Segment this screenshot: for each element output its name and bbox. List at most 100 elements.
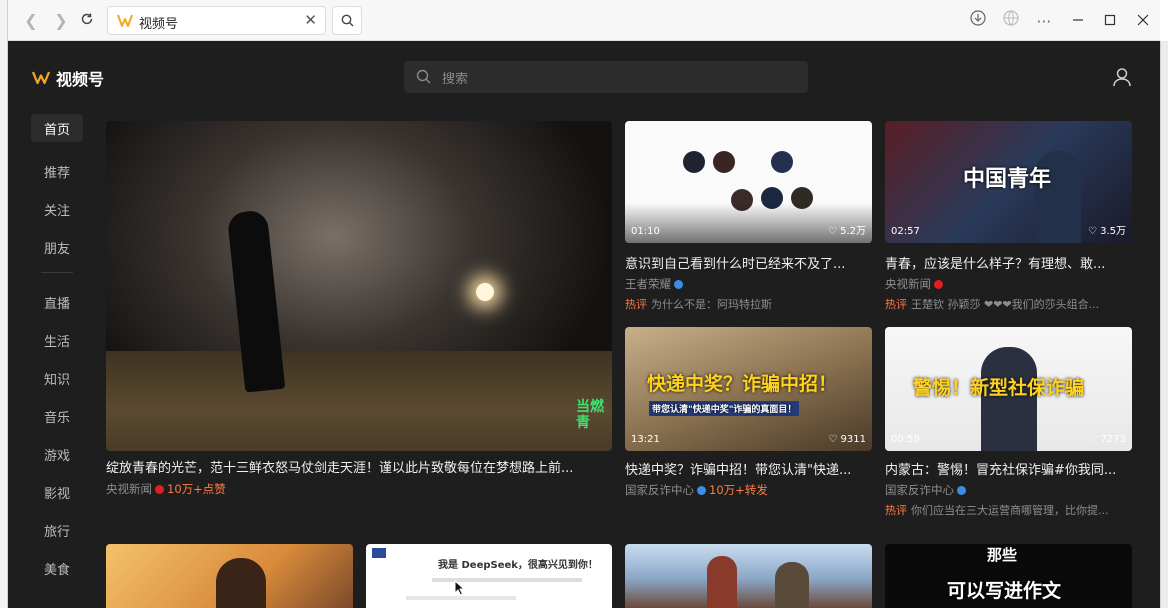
thumbnail-overlay-text: 我是 DeepSeek，很高兴见到你！ (438, 560, 598, 571)
video-card[interactable]: 警惕！新型社保诈骗 00:59 ♡ 7273 内蒙古：警惕！冒充社保诈骗#你我同… (885, 327, 1132, 522)
thumbnail-overlay-text: 那些 (987, 546, 1018, 564)
video-meta: 央视新闻 (885, 276, 1132, 292)
duration-label: 02:57 (891, 226, 920, 237)
verified-badge-icon (957, 486, 966, 495)
illustration-shape (216, 558, 266, 608)
video-title[interactable]: 意识到自己看到什么时已经来不及了... (625, 253, 872, 272)
sidebar-divider (41, 272, 73, 273)
featured-overlay-text: 当燃 青 (576, 399, 604, 431)
sidebar-item-following[interactable]: 关注 (31, 190, 83, 228)
video-author[interactable]: 王者荣耀 (625, 277, 671, 291)
video-thumbnail[interactable]: 我是 DeepSeek，很高兴见到你！ (366, 544, 612, 608)
verified-badge-icon (674, 280, 683, 289)
video-thumbnail[interactable]: 警惕！新型社保诈骗 00:59 ♡ 7273 (885, 327, 1132, 451)
video-card[interactable]: 01:10 ♡ 5.2万 意识到自己看到什么时已经来不及了... 王者荣耀 热评… (625, 121, 872, 316)
sidebar-item-friends[interactable]: 朋友 (31, 228, 83, 266)
hot-tag: 热评 (885, 298, 907, 311)
video-author[interactable]: 央视新闻 (885, 277, 931, 291)
browser-tab[interactable]: 视频号 ✕ (107, 6, 326, 35)
video-thumbnail[interactable]: 那些 可以写进作文 (885, 544, 1132, 608)
likes-count: ♡ 9311 (828, 434, 866, 445)
video-thumbnail[interactable]: 01:10 ♡ 5.2万 (625, 121, 872, 243)
tab-search-button[interactable] (332, 6, 362, 35)
channels-logo-icon (117, 14, 133, 27)
sidebar-item-live[interactable]: 直播 (31, 283, 83, 321)
duration-label: 13:21 (631, 434, 660, 445)
thumbnail-overlay-text: 警惕！新型社保诈骗 (913, 377, 1085, 399)
thumbnail-overlay-text: 可以写进作文 (947, 580, 1062, 602)
video-card[interactable]: 那些 可以写进作文 (885, 544, 1132, 608)
sidebar-item-film[interactable]: 影视 (31, 473, 83, 511)
character-shape (707, 556, 737, 608)
page-scrollbar[interactable] (1160, 41, 1168, 608)
featured-video-card[interactable]: 当燃 青 绽放青春的光芒，范十三鲜衣怒马仗剑走天涯！谨以此片致敬每位在梦想路上前… (106, 121, 612, 501)
duration-label: 00:59 (891, 434, 920, 445)
video-card[interactable] (106, 544, 353, 608)
featured-author[interactable]: 央视新闻 (106, 482, 152, 496)
video-card[interactable]: 我是 DeepSeek，很高兴见到你！ (366, 544, 612, 608)
search-input[interactable]: 搜索 (404, 61, 808, 93)
maximize-icon[interactable] (1099, 10, 1121, 32)
search-placeholder: 搜索 (442, 72, 469, 87)
featured-thumbnail[interactable]: 当燃 青 (106, 121, 612, 451)
video-card[interactable]: 中国青年 02:57 ♡ 3.5万 青春，应该是什么样子？有理想、敢... 央视… (885, 121, 1132, 316)
character-shape (775, 562, 809, 608)
sidebar-item-food[interactable]: 美食 (31, 549, 83, 587)
sidebar-item-music[interactable]: 音乐 (31, 397, 83, 435)
search-icon (416, 69, 431, 84)
video-title[interactable]: 快递中奖？诈骗中招！带您认清"快递... (625, 459, 872, 478)
minimize-icon[interactable] (1067, 10, 1089, 32)
sidebar-item-recommend[interactable]: 推荐 (31, 152, 83, 190)
likes-value: 3.5万 (1100, 226, 1126, 237)
video-card[interactable] (625, 544, 872, 608)
video-author[interactable]: 国家反诈中心 (625, 483, 694, 497)
video-meta: 王者荣耀 (625, 276, 872, 292)
download-icon[interactable] (967, 10, 989, 32)
sidebar-item-home[interactable]: 首页 (31, 114, 83, 142)
hot-comment-text: 为什么不是：阿玛特拉斯 (651, 298, 772, 311)
light-glow (476, 283, 494, 301)
globe-icon[interactable] (1000, 10, 1022, 32)
search-icon (341, 14, 354, 27)
sidebar-item-games[interactable]: 游戏 (31, 435, 83, 473)
video-meta: 国家反诈中心 (885, 482, 1132, 498)
avatar-shape (683, 151, 705, 173)
thumbnail-overlay-text: 快递中奖？诈骗中招！ (647, 373, 838, 395)
video-thumbnail[interactable]: 快递中奖？诈骗中招！ 带您认清"快递中奖"诈骗的真面目！ 13:21 ♡ 931… (625, 327, 872, 451)
back-icon[interactable]: ❮ (20, 10, 42, 32)
more-icon[interactable]: ⋯ (1033, 10, 1055, 32)
likes-value: 7273 (1100, 434, 1126, 445)
user-icon[interactable] (1112, 67, 1132, 91)
hot-tag: 热评 (885, 504, 907, 517)
video-title[interactable]: 内蒙古：警惕！冒充社保诈骗#你我同... (885, 459, 1132, 478)
verified-badge-icon (934, 280, 943, 289)
refresh-icon[interactable] (76, 10, 98, 32)
video-card[interactable]: 快递中奖？诈骗中招！ 带您认清"快递中奖"诈骗的真面目！ 13:21 ♡ 931… (625, 327, 872, 507)
duration-label: 01:10 (631, 226, 660, 237)
hot-comment: 热评 为什么不是：阿玛特拉斯 (625, 296, 872, 312)
likes-count: ♡ 3.5万 (1087, 226, 1126, 237)
verified-badge-icon (155, 485, 164, 494)
close-tab-icon[interactable]: ✕ (304, 11, 317, 29)
video-meta: 国家反诈中心 10万+转发 (625, 482, 872, 498)
hot-comment: 热评 你们应当在三大运营商哪管理，比你提... (885, 502, 1132, 518)
featured-title[interactable]: 绽放青春的光芒，范十三鲜衣怒马仗剑走天涯！谨以此片致敬每位在梦想路上前... (106, 457, 612, 476)
sidebar-item-life[interactable]: 生活 (31, 321, 83, 359)
video-thumbnail[interactable] (625, 544, 872, 608)
likes-count: ♡ 5.2万 (827, 226, 866, 237)
likes-value: 9311 (840, 434, 866, 445)
hot-tag: 热评 (625, 298, 647, 311)
video-thumbnail[interactable]: 中国青年 02:57 ♡ 3.5万 (885, 121, 1132, 243)
channels-app: 视频号 搜索 首页 推荐 关注 朋友 直播 生活 知识 音乐 游戏 影视 旅行 … (8, 41, 1160, 608)
app-logo[interactable]: 视频号 (32, 66, 104, 90)
sidebar-item-travel[interactable]: 旅行 (31, 511, 83, 549)
thumbnail-logo-shape (372, 548, 386, 558)
video-title[interactable]: 青春，应该是什么样子？有理想、敢... (885, 253, 1132, 272)
video-stat: 10万+转发 (709, 483, 768, 497)
forward-icon[interactable]: ❯ (50, 10, 72, 32)
sidebar-item-knowledge[interactable]: 知识 (31, 359, 83, 397)
close-window-icon[interactable] (1132, 10, 1154, 32)
video-thumbnail[interactable] (106, 544, 353, 608)
mouse-cursor-icon (454, 580, 466, 596)
video-author[interactable]: 国家反诈中心 (885, 483, 954, 497)
